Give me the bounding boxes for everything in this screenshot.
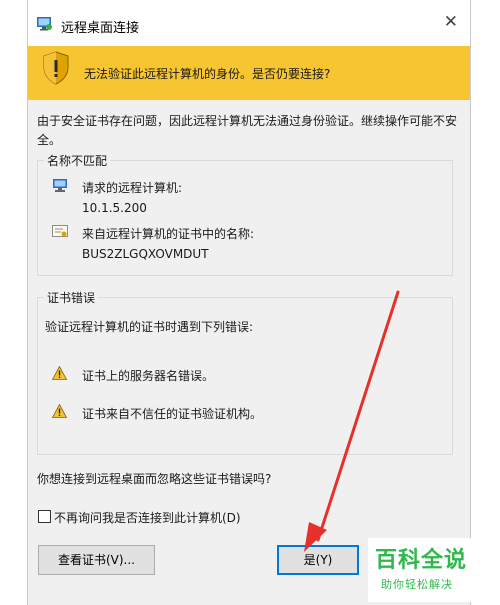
cert-error-item: 证书上的服务器名错误。	[82, 369, 215, 383]
group-title: 名称不匹配	[44, 152, 111, 169]
cert-name-value: BUS2ZLGQXOVMDUT	[82, 247, 209, 261]
title-bar: 远程桌面连接 ✕	[28, 0, 470, 46]
cert-errors-group: 证书错误 验证远程计算机的证书时遇到下列错误: 证书上的服务器名错误。 证书来自…	[37, 289, 453, 455]
yes-button[interactable]: 是(Y)	[277, 545, 359, 575]
certificate-icon	[52, 225, 68, 237]
shield-warning-icon	[43, 51, 69, 85]
rdp-security-dialog: 远程桌面连接 ✕ 无法验证此远程计算机的身份。是否仍要连接? 由于安全证书存在问…	[27, 0, 471, 605]
group-title: 证书错误	[44, 289, 99, 306]
watermark-subtitle: 助你轻松解决	[381, 578, 453, 591]
requested-computer-value: 10.1.5.200	[82, 201, 147, 215]
cert-name-label: 来自远程计算机的证书中的名称:	[82, 227, 255, 241]
cert-error-item: 证书来自不信任的证书验证机构。	[82, 407, 263, 421]
dont-ask-label[interactable]: 不再询问我是否连接到此计算机(D)	[54, 509, 241, 526]
remote-desktop-icon	[37, 17, 52, 31]
banner-text: 无法验证此远程计算机的身份。是否仍要连接?	[84, 67, 331, 81]
confirm-question: 你想连接到远程桌面而忽略这些证书错误吗?	[37, 472, 272, 486]
name-mismatch-group: 名称不匹配 请求的远程计算机: 10.1.5.200 来自远程计算机的证书中的名…	[37, 152, 453, 276]
cert-errors-intro: 验证远程计算机的证书时遇到下列错误:	[45, 320, 254, 334]
dont-ask-checkbox[interactable]	[38, 510, 51, 523]
description-text: 由于安全证书存在问题，因此远程计算机无法通过身份验证。继续操作可能不安全。	[37, 114, 458, 147]
computer-icon	[53, 179, 67, 192]
warning-banner: 无法验证此远程计算机的身份。是否仍要连接?	[28, 46, 470, 100]
warning-icon	[52, 366, 67, 380]
watermark-title: 百科全说	[375, 548, 468, 573]
window-title: 远程桌面连接	[61, 21, 140, 36]
close-icon[interactable]: ✕	[444, 12, 458, 32]
warning-icon	[52, 404, 67, 418]
view-certificate-button[interactable]: 查看证书(V)...	[38, 545, 155, 575]
requested-computer-label: 请求的远程计算机:	[82, 181, 183, 195]
